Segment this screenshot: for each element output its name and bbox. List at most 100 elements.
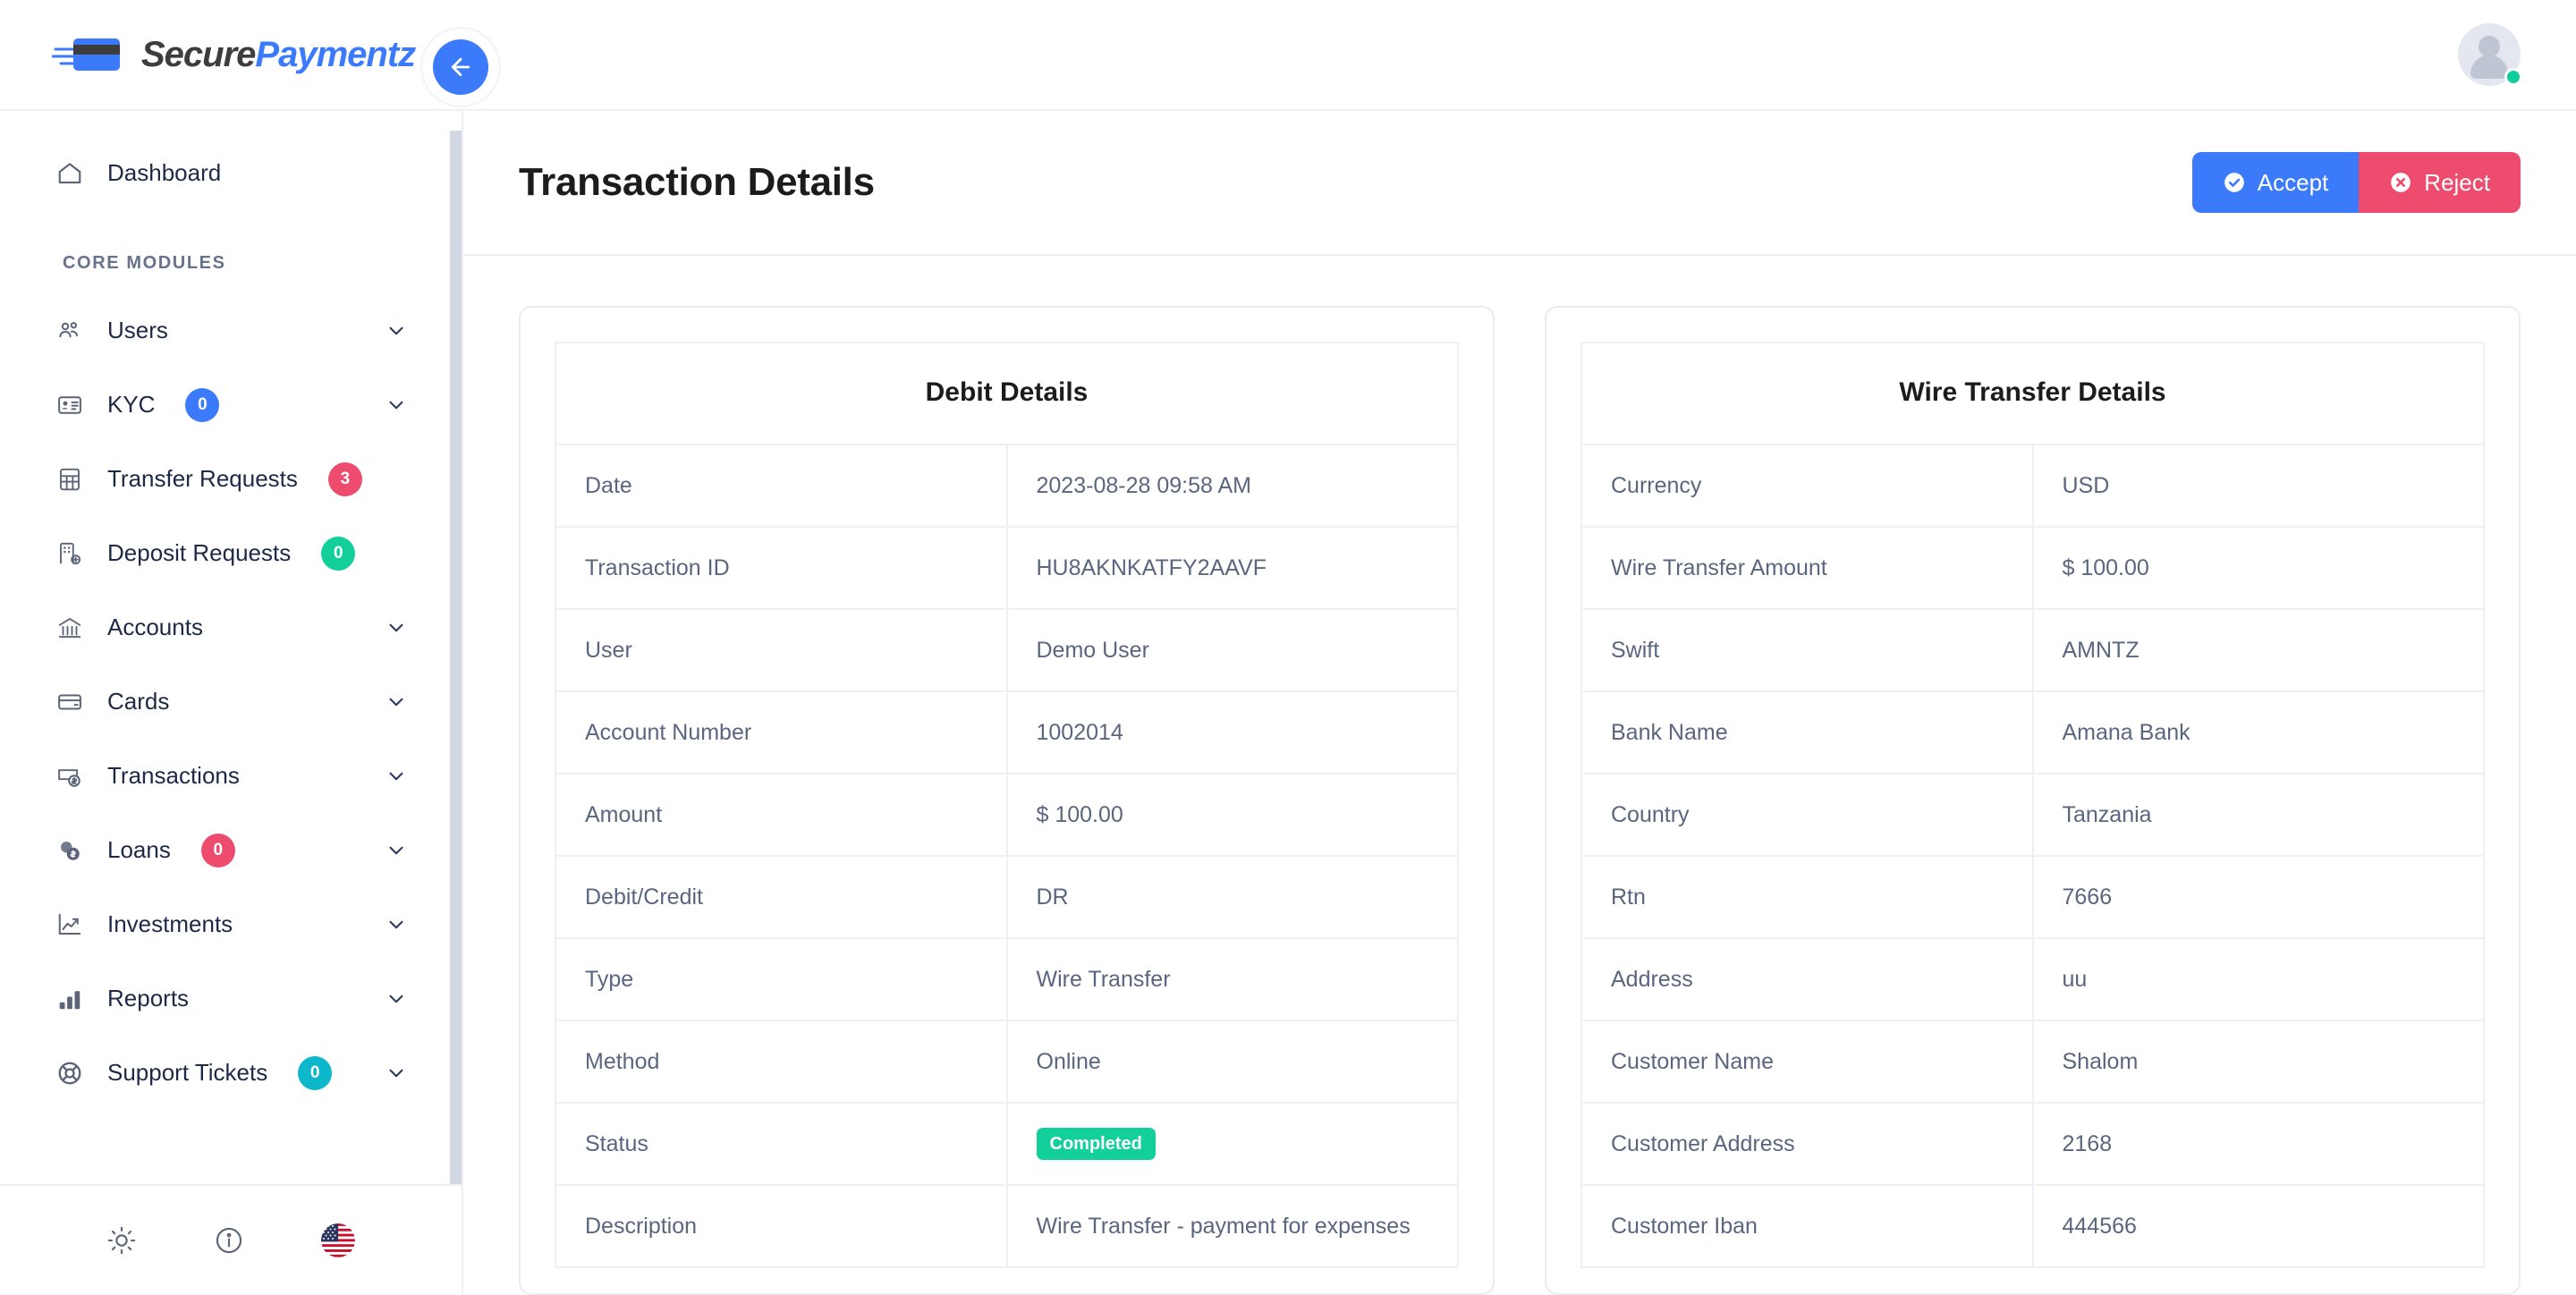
chevron-down-icon[interactable] — [385, 690, 408, 714]
sidebar-item-label: Investments — [107, 910, 233, 937]
row-value: Demo User — [1005, 608, 1459, 692]
sidebar-item-dashboard[interactable]: Dashboard — [0, 136, 462, 210]
avatar-body — [2470, 55, 2508, 79]
page-actions: Accept Reject — [2191, 152, 2521, 213]
table-row: Wire Transfer Amount $ 100.00 — [1580, 526, 2485, 610]
table-row: Customer Address 2168 — [1580, 1102, 2485, 1186]
row-key: Transaction ID — [555, 526, 1008, 610]
sidebar-scroll-area: Dashboard CORE MODULES Users KYC 0 Trans… — [0, 111, 462, 1184]
sidebar-badge-deposit-requests: 0 — [321, 536, 356, 571]
sidebar-item-cards[interactable]: Cards — [0, 664, 462, 739]
back-button[interactable] — [433, 39, 488, 95]
sidebar-section-label: CORE MODULES — [63, 253, 226, 273]
row-key: Account Number — [555, 690, 1008, 774]
wire-transfer-details-table: Wire Transfer Details Currency USD Wire Tr… — [1580, 342, 2485, 1268]
sidebar-badge-transfer-requests: 3 — [327, 461, 362, 496]
sidebar-badge-kyc: 0 — [185, 387, 220, 422]
table-row: Status Completed — [555, 1102, 1459, 1186]
reject-button-label: Reject — [2424, 168, 2490, 196]
row-value: Completed — [1005, 1102, 1459, 1186]
sidebar-scrollbar-thumb[interactable] — [450, 131, 462, 1184]
row-value: 444566 — [2031, 1184, 2485, 1268]
table-row: Currency USD — [1580, 444, 2485, 528]
app-logo[interactable]: SecurePaymentz — [50, 33, 416, 76]
accept-button[interactable]: Accept — [2191, 152, 2360, 213]
row-value: $ 100.00 — [1005, 773, 1459, 857]
chevron-down-icon[interactable] — [385, 839, 408, 862]
sidebar-item-label: Support Tickets — [107, 1059, 268, 1086]
sun-icon[interactable] — [106, 1225, 137, 1256]
row-key: Amount — [555, 773, 1008, 857]
row-key: Address — [1580, 937, 2034, 1021]
chevron-down-icon[interactable] — [385, 987, 408, 1011]
chevron-down-icon[interactable] — [385, 1062, 408, 1085]
sidebar-item-accounts[interactable]: Accounts — [0, 590, 462, 664]
back-button-ring — [420, 27, 501, 107]
row-key: User — [555, 608, 1008, 692]
top-bar: SecurePaymentz — [0, 0, 2576, 111]
sidebar-item-kyc[interactable]: KYC 0 — [0, 368, 462, 442]
row-key: Swift — [1580, 608, 2034, 692]
row-key: Status — [555, 1102, 1008, 1186]
sidebar-item-label: Deposit Requests — [107, 539, 292, 566]
times-circle-icon — [2389, 171, 2412, 194]
us-flag-icon[interactable] — [321, 1223, 355, 1257]
chevron-down-icon[interactable] — [385, 394, 408, 417]
row-value: 2023-08-28 09:58 AM — [1005, 444, 1459, 528]
row-key: Wire Transfer Amount — [1580, 526, 2034, 610]
chevron-down-icon[interactable] — [385, 319, 408, 343]
table-row: Swift AMNTZ — [1580, 608, 2485, 692]
table-row: Type Wire Transfer — [555, 937, 1459, 1021]
back-button-wrapper — [411, 18, 510, 116]
table-row: Description Wire Transfer - payment for e… — [555, 1184, 1459, 1268]
avatar-head — [2479, 36, 2500, 57]
row-key: Method — [555, 1020, 1008, 1104]
brand-name: SecurePaymentz — [141, 34, 416, 75]
row-key: Country — [1580, 773, 2034, 857]
table-row: Amount $ 100.00 — [555, 773, 1459, 857]
row-key: Customer Address — [1580, 1102, 2034, 1186]
sidebar-item-label: Transactions — [107, 762, 240, 789]
home-icon — [52, 156, 88, 191]
sidebar-footer — [0, 1184, 462, 1295]
sidebar-badge-support-tickets: 0 — [298, 1055, 333, 1090]
sidebar-item-users[interactable]: Users — [0, 293, 462, 368]
row-value: HU8AKNKATFY2AAVF — [1005, 526, 1459, 610]
sidebar-item-reports[interactable]: Reports — [0, 961, 462, 1036]
table-row: Debit/Credit DR — [555, 855, 1459, 939]
chevron-down-icon[interactable] — [385, 765, 408, 788]
brand-name-part1: Secure — [141, 34, 256, 74]
arrow-left-icon — [451, 57, 470, 77]
main-content: Transaction Details Accept Reject Debit … — [463, 111, 2576, 1295]
table-row: Address uu — [1580, 937, 2485, 1021]
coins-icon — [52, 833, 88, 868]
status-badge: Completed — [1036, 1128, 1156, 1160]
chevron-down-icon[interactable] — [385, 616, 408, 639]
debit-details-card: Debit Details Date 2023-08-28 09:58 AM Tra… — [519, 306, 1495, 1295]
sidebar-item-support-tickets[interactable]: Support Tickets 0 — [0, 1036, 462, 1110]
reject-button[interactable]: Reject — [2359, 152, 2521, 213]
avatar-zone — [2458, 23, 2576, 86]
sidebar-item-investments[interactable]: Investments — [0, 887, 462, 961]
row-value: 2168 — [2031, 1102, 2485, 1186]
sidebar-item-transfer-requests[interactable]: Transfer Requests 3 — [0, 442, 462, 516]
row-value: DR — [1005, 855, 1459, 939]
row-value: Shalom — [2031, 1020, 2485, 1104]
avatar[interactable] — [2458, 23, 2522, 86]
sidebar-item-loans[interactable]: Loans 0 — [0, 813, 462, 887]
wire-transfer-details-title: Wire Transfer Details — [1580, 342, 2485, 444]
chevron-down-icon[interactable] — [385, 913, 408, 936]
sidebar-badge-loans: 0 — [200, 833, 235, 868]
sidebar-item-label: KYC — [107, 391, 156, 418]
details-cards-row: Debit Details Date 2023-08-28 09:58 AM Tra… — [463, 256, 2576, 1295]
brand-name-part2: Paymentz — [255, 34, 416, 74]
row-value: 1002014 — [1005, 690, 1459, 774]
row-key: Currency — [1580, 444, 2034, 528]
check-circle-icon — [2223, 171, 2246, 194]
sidebar-item-label: Cards — [107, 688, 170, 715]
sidebar-item-deposit-requests[interactable]: Deposit Requests 0 — [0, 516, 462, 590]
sidebar-item-transactions[interactable]: Transactions — [0, 739, 462, 813]
app-shell: Dashboard CORE MODULES Users KYC 0 Trans… — [0, 111, 2576, 1295]
table-row: Customer Name Shalom — [1580, 1020, 2485, 1104]
info-circle-icon[interactable] — [214, 1225, 244, 1256]
